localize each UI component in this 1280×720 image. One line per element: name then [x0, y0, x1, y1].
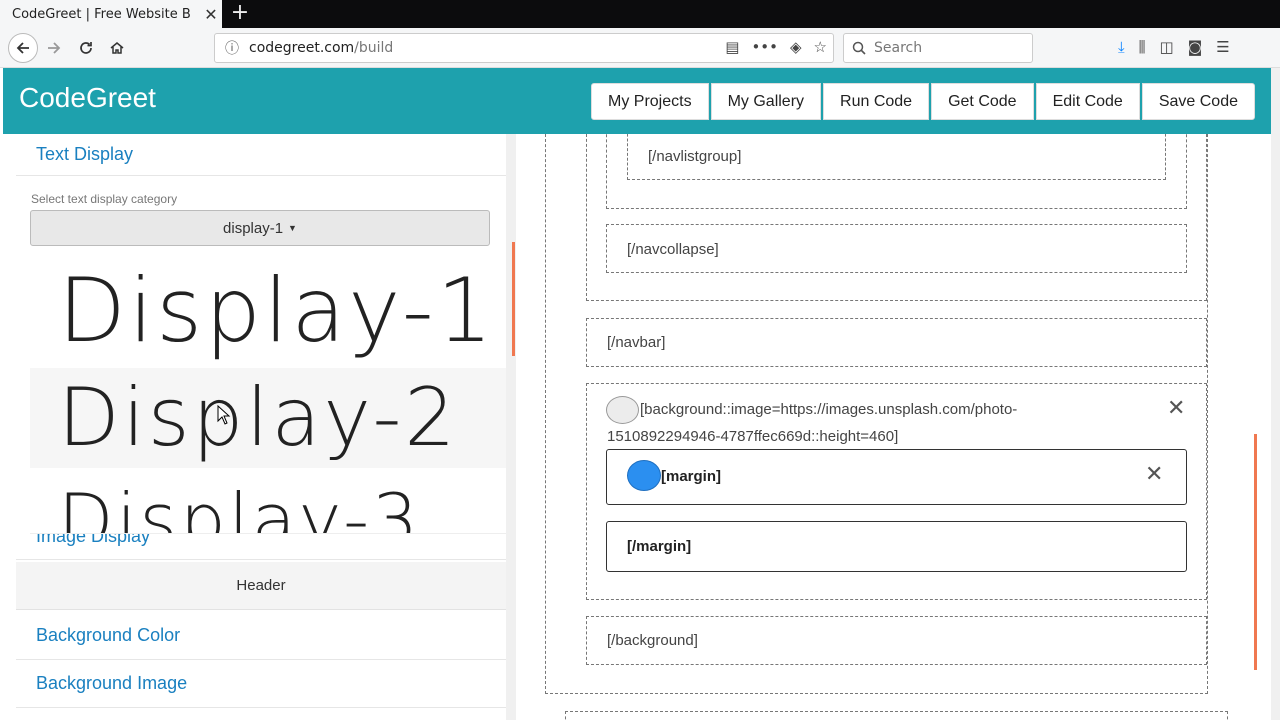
new-tab-button[interactable]: + [228, 0, 252, 28]
navcollapse-close-tag: [/navcollapse] [627, 241, 719, 258]
reload-icon [80, 42, 92, 54]
select-category-label: Select text display category [31, 192, 178, 206]
search-placeholder: Search [874, 40, 923, 56]
browser-tool-icons: ⤓ ⫼ ◫ ◙ ☰ [1118, 38, 1230, 56]
option-display-1[interactable]: Display-1 [30, 258, 506, 364]
run-code-button[interactable]: Run Code [823, 83, 930, 120]
back-button[interactable] [8, 33, 38, 63]
text-display-label: Text Display [36, 144, 134, 164]
back-arrow-icon [16, 42, 29, 54]
margin-close-tag: [/margin] [627, 538, 692, 555]
close-icon[interactable]: ✕ [200, 5, 222, 24]
background-image-label: Background Image [36, 673, 188, 693]
my-projects-button[interactable]: My Projects [591, 83, 709, 120]
background-close-tag: [/background] [607, 632, 698, 649]
brand-logo[interactable]: CodeGreet [19, 82, 156, 114]
screenshot-icon[interactable]: ◙ [1188, 38, 1203, 56]
url-bar[interactable]: ⓘ codegreet.com/build ▤ ••• ◈ ☆ [214, 33, 834, 63]
url-path: /build [354, 40, 394, 56]
pocket-icon[interactable]: ◈ [790, 38, 802, 56]
selected-category: display-1 [223, 219, 284, 237]
display-category-select[interactable]: display-1 ▼ [30, 210, 490, 246]
reload-button[interactable] [72, 34, 100, 62]
browser-tab[interactable]: CodeGreet | Free Website B ✕ [0, 0, 222, 28]
background-image-item[interactable]: Background Image [16, 660, 506, 708]
page-scrollbar[interactable] [1271, 68, 1280, 720]
option-display-2[interactable]: Display-2 [30, 368, 506, 468]
home-button[interactable] [103, 34, 131, 62]
left-panel-scroll-thumb[interactable] [512, 242, 515, 356]
next-container [565, 711, 1228, 720]
more-actions-icon[interactable]: ••• [751, 38, 778, 56]
sidebar-icon[interactable]: ◫ [1160, 38, 1174, 56]
bookmark-star-icon[interactable]: ☆ [814, 38, 827, 56]
library-icon[interactable]: ⫼ [1139, 38, 1146, 56]
reader-view-icon[interactable]: ▤ [725, 38, 739, 56]
browser-search-input[interactable]: Search [843, 33, 1033, 63]
info-icon[interactable]: ⓘ [225, 38, 239, 58]
forward-button[interactable] [40, 34, 68, 62]
background-color-item[interactable]: Background Color [16, 612, 506, 660]
left-panel-scrollbar[interactable] [506, 134, 516, 720]
download-icon[interactable]: ⤓ [1118, 38, 1125, 56]
builder-canvas: [/navlistgroup] [/navcollapse] [/navbar]… [516, 134, 1271, 720]
margin-open-tag: [margin] [661, 468, 721, 485]
app-header: CodeGreet My Projects My Gallery Run Cod… [3, 68, 1271, 134]
navlistgroup-close-tag[interactable]: [/navlistgroup] [648, 148, 741, 165]
navbar-block[interactable] [586, 318, 1207, 367]
display-category-dropdown: Display-1 Display-2 Display-3 [30, 252, 506, 534]
tab-title: CodeGreet | Free Website B [12, 6, 191, 22]
header-section[interactable]: Header [16, 562, 506, 610]
caret-down-icon: ▼ [288, 223, 297, 233]
background-color-label: Background Color [36, 625, 181, 645]
background-open-tag-line2: 1510892294946-4787ffec669d::height=460] [607, 428, 899, 445]
browser-tab-strip: CodeGreet | Free Website B ✕ + [0, 0, 1280, 28]
save-code-button[interactable]: Save Code [1141, 83, 1255, 120]
margin-close-block[interactable] [606, 521, 1187, 572]
drag-handle-icon[interactable] [606, 396, 639, 424]
url-bar-actions: ▤ ••• ◈ ☆ [725, 38, 827, 56]
background-open-tag-line1: [background::image=https://images.unspla… [640, 401, 1018, 418]
forward-arrow-icon [48, 42, 61, 54]
mouse-pointer-icon [217, 405, 231, 425]
edit-code-button[interactable]: Edit Code [1035, 83, 1140, 120]
option-display-3[interactable]: Display-3 [30, 470, 506, 533]
browser-toolbar: ⓘ codegreet.com/build ▤ ••• ◈ ☆ Search ⤓… [0, 28, 1280, 68]
close-icon[interactable]: ✕ [1167, 396, 1185, 421]
url-host: codegreet.com [249, 40, 355, 56]
home-icon [110, 42, 124, 54]
drag-handle-icon[interactable] [627, 460, 661, 491]
get-code-button[interactable]: Get Code [931, 83, 1034, 120]
close-icon[interactable]: ✕ [1145, 462, 1163, 487]
search-icon [852, 41, 866, 55]
canvas-scroll-thumb[interactable] [1254, 434, 1257, 670]
navbar-close-tag: [/navbar] [607, 334, 666, 351]
my-gallery-button[interactable]: My Gallery [710, 83, 822, 120]
component-panel: Text Display Select text display categor… [16, 134, 506, 720]
text-display-item[interactable]: Text Display [16, 134, 506, 176]
header-button-group: My Projects My Gallery Run Code Get Code… [591, 83, 1255, 120]
menu-icon[interactable]: ☰ [1216, 38, 1229, 56]
